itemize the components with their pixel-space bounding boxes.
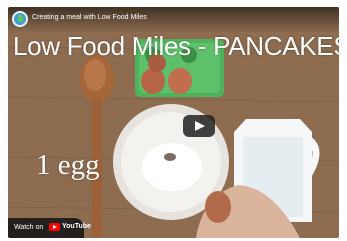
youtube-wordmark: YouTube	[62, 223, 91, 230]
youtube-logo-icon	[49, 223, 60, 231]
video-overlay-caption: 1 egg	[36, 149, 100, 181]
play-button[interactable]	[183, 115, 215, 137]
play-icon	[195, 121, 205, 131]
watch-on-youtube-button[interactable]: Watch on YouTube	[8, 218, 91, 238]
watch-on-label: Watch on	[14, 224, 44, 231]
embedded-video-player[interactable]: Creating a meal with Low Food Miles Low …	[8, 7, 339, 238]
video-top-bar: Creating a meal with Low Food Miles	[8, 7, 339, 33]
video-overlay-title: Low Food Miles - PANCAKES	[13, 31, 339, 61]
video-title-link[interactable]: Creating a meal with Low Food Miles	[32, 14, 147, 21]
globe-leaf-icon	[14, 13, 26, 25]
channel-avatar[interactable]	[12, 11, 28, 27]
